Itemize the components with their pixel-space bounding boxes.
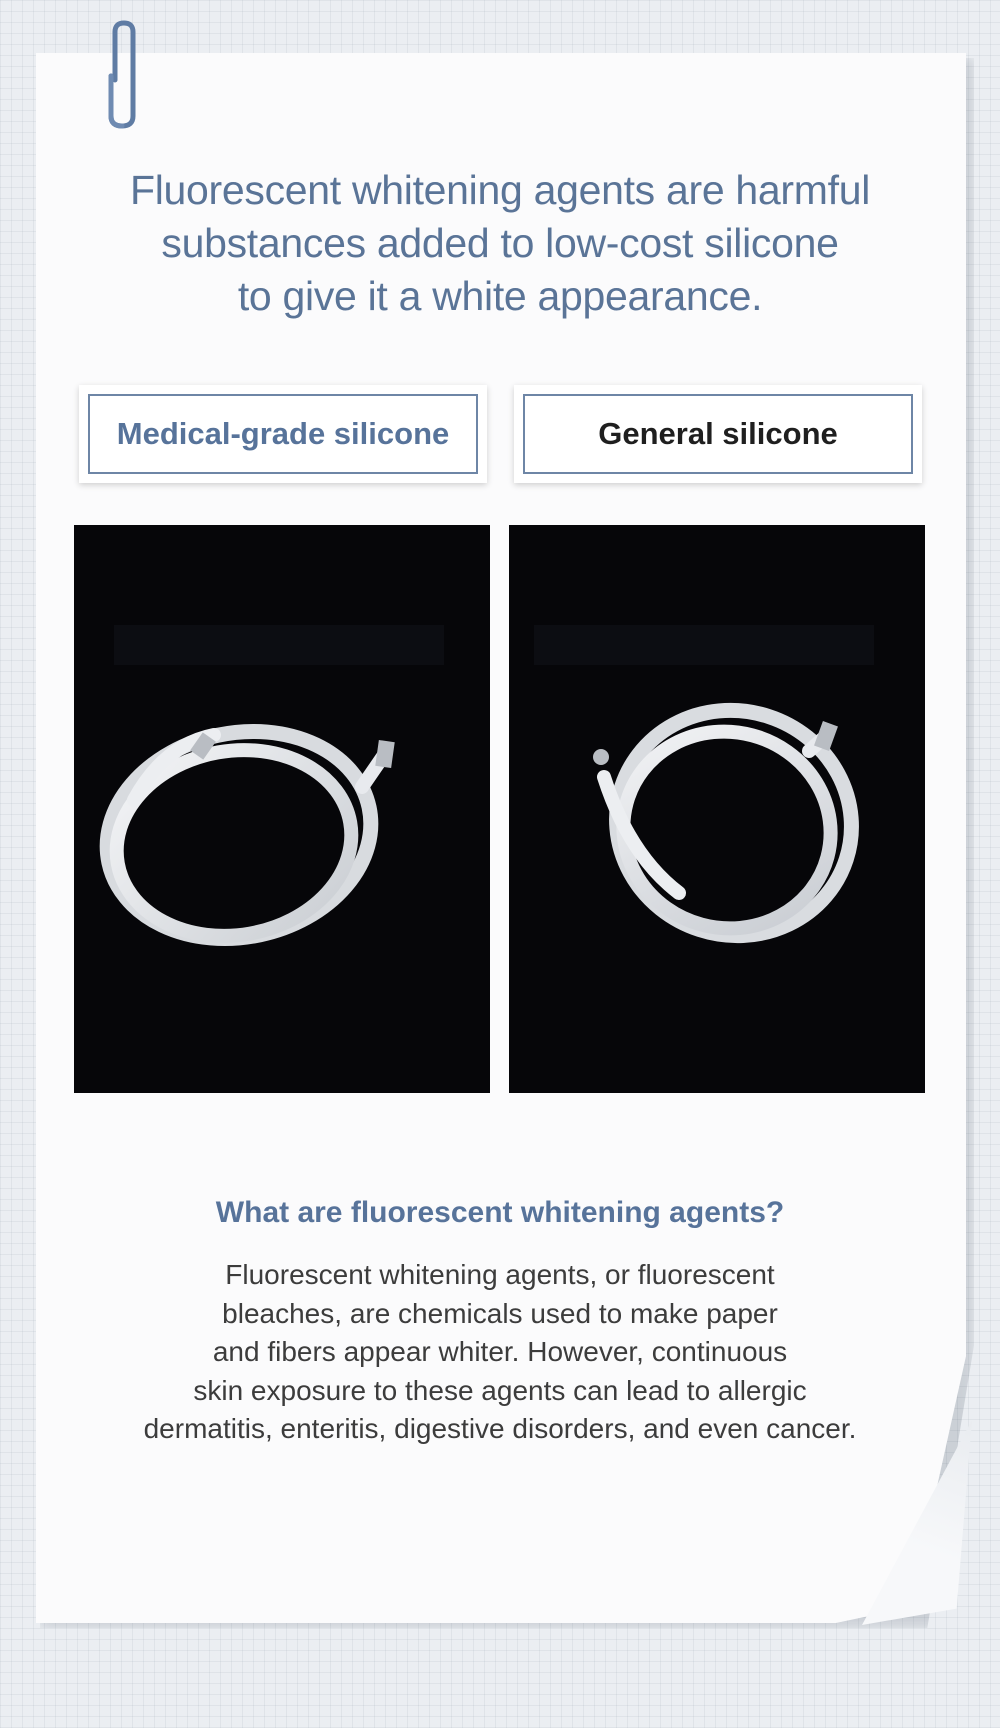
general-silicone-hose-photo <box>509 525 925 1093</box>
medical-grade-label: Medical-grade silicone <box>88 394 478 474</box>
general-silicone-label: General silicone <box>523 394 913 474</box>
headline-line-3: to give it a white appearance. <box>237 273 763 319</box>
paperclip-icon <box>108 20 136 129</box>
medical-grade-hose-photo <box>74 525 490 1093</box>
section-question: What are fluorescent whitening agents? <box>215 1196 785 1229</box>
explanation-line-5: dermatitis, enteritis, digestive disorde… <box>143 1413 857 1444</box>
explanation-paragraph: Fluorescent whitening agents, or fluores… <box>60 1256 940 1449</box>
headline-line-1: Fluorescent whitening agents are harmful <box>129 167 871 213</box>
explanation-line-3: and fibers appear whiter. However, conti… <box>212 1336 788 1367</box>
general-silicone-hose-illustration <box>534 625 874 944</box>
medical-grade-hose-illustration <box>99 625 444 947</box>
headline-line-2: substances added to low-cost silicone <box>161 220 839 266</box>
explanation-line-1: Fluorescent whitening agents, or fluores… <box>225 1259 775 1290</box>
explanation-line-4: skin exposure to these agents can lead t… <box>193 1374 807 1406</box>
explanation-line-2: bleaches, are chemicals used to make pap… <box>222 1297 778 1329</box>
headline: Fluorescent whitening agents are harmful… <box>80 164 920 323</box>
medical-grade-label-card: Medical-grade silicone <box>79 385 487 483</box>
general-silicone-label-card: General silicone <box>514 385 922 483</box>
